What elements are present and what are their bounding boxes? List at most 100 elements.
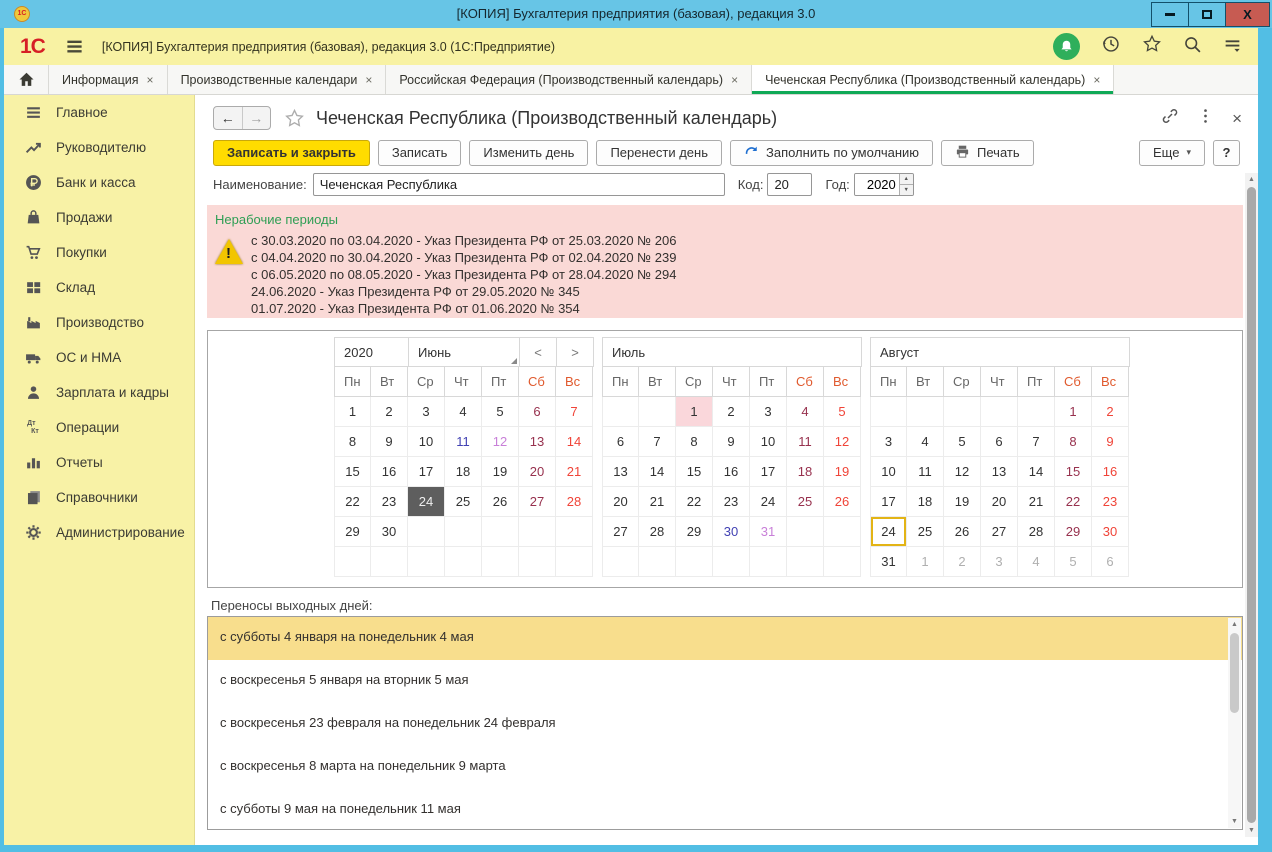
list-scrollbar-thumb[interactable] bbox=[1230, 633, 1239, 713]
calendar-day[interactable]: 10 bbox=[750, 427, 787, 457]
calendar-day[interactable]: 22 bbox=[676, 487, 713, 517]
scroll-down-icon[interactable]: ▼ bbox=[1228, 815, 1241, 828]
history-icon[interactable] bbox=[1101, 34, 1121, 59]
sidebar-item-menu[interactable]: Главное bbox=[4, 95, 194, 130]
calendar-day[interactable]: 8 bbox=[334, 427, 371, 457]
calendar-day[interactable]: 27 bbox=[519, 487, 556, 517]
calendar-day[interactable]: 9 bbox=[1092, 427, 1129, 457]
sidebar-item-truck[interactable]: ОС и НМА bbox=[4, 340, 194, 375]
name-input[interactable] bbox=[313, 173, 725, 196]
form-scrollbar[interactable]: ▲ ▼ bbox=[1245, 173, 1258, 837]
calendar-day[interactable]: 31 bbox=[750, 517, 787, 547]
заполнить-по-умолчанию-button[interactable]: Заполнить по умолчанию bbox=[730, 140, 933, 166]
calendar-day[interactable]: 2 bbox=[944, 547, 981, 577]
calendar-day[interactable]: 13 bbox=[981, 457, 1018, 487]
hamburger-icon[interactable] bbox=[65, 37, 84, 56]
calendar-day[interactable]: 14 bbox=[1018, 457, 1055, 487]
calendar-day[interactable]: 23 bbox=[713, 487, 750, 517]
sidebar-item-factory[interactable]: Производство bbox=[4, 305, 194, 340]
scroll-up-icon[interactable]: ▲ bbox=[1228, 618, 1241, 631]
calendar-day[interactable]: 12 bbox=[944, 457, 981, 487]
calendar-day[interactable]: 30 bbox=[713, 517, 750, 547]
sidebar-item-gear[interactable]: Администрирование bbox=[4, 515, 194, 550]
sidebar-item-bag[interactable]: Продажи bbox=[4, 200, 194, 235]
calendar-day[interactable]: 21 bbox=[556, 457, 593, 487]
prev-month-icon[interactable]: < bbox=[520, 337, 557, 367]
scroll-up-icon[interactable]: ▲ bbox=[1245, 173, 1258, 186]
calendar-day[interactable]: 6 bbox=[602, 427, 639, 457]
calendar-day[interactable]: 20 bbox=[981, 487, 1018, 517]
calendar-day[interactable]: 7 bbox=[639, 427, 676, 457]
calendar-day[interactable]: 7 bbox=[1018, 427, 1055, 457]
sidebar-item-chart[interactable]: Отчеты bbox=[4, 445, 194, 480]
sidebar-item-ruble[interactable]: Банк и касса bbox=[4, 165, 194, 200]
minimize-button[interactable] bbox=[1151, 2, 1189, 27]
calendar-day[interactable]: 11 bbox=[907, 457, 944, 487]
calendar-day[interactable]: 15 bbox=[676, 457, 713, 487]
notifications-bell-icon[interactable] bbox=[1053, 33, 1080, 60]
calendar-day[interactable]: 1 bbox=[1055, 397, 1092, 427]
calendar-day[interactable]: 24 bbox=[408, 487, 445, 517]
calendar-day[interactable]: 5 bbox=[1055, 547, 1092, 577]
forward-arrow-icon[interactable]: → bbox=[243, 107, 271, 129]
calendar-day[interactable]: 2 bbox=[1092, 397, 1129, 427]
favorites-star-icon[interactable] bbox=[1142, 34, 1162, 59]
favorite-star-icon[interactable] bbox=[284, 108, 305, 129]
calendar-day[interactable]: 1 bbox=[676, 397, 713, 427]
maximize-button[interactable] bbox=[1188, 2, 1226, 27]
calendar-day[interactable]: 28 bbox=[556, 487, 593, 517]
calendar-day[interactable]: 30 bbox=[371, 517, 408, 547]
help-button[interactable]: ? bbox=[1213, 140, 1240, 166]
calendar-day[interactable]: 3 bbox=[750, 397, 787, 427]
calendar-day[interactable]: 3 bbox=[870, 427, 907, 457]
transfer-row[interactable]: с субботы 4 января на понедельник 4 мая bbox=[208, 617, 1242, 660]
calendar-day[interactable]: 16 bbox=[1092, 457, 1129, 487]
calendar-day[interactable]: 10 bbox=[870, 457, 907, 487]
link-icon[interactable] bbox=[1161, 107, 1179, 130]
spinner-up-icon[interactable]: ▲ bbox=[900, 174, 913, 184]
sidebar-item-grid[interactable]: Склад bbox=[4, 270, 194, 305]
calendar-day[interactable]: 25 bbox=[787, 487, 824, 517]
calendar-day[interactable]: 11 bbox=[787, 427, 824, 457]
tab-4[interactable]: Чеченская Республика (Производственный к… bbox=[752, 65, 1114, 94]
calendar-day[interactable]: 18 bbox=[445, 457, 482, 487]
calendar-day[interactable]: 5 bbox=[824, 397, 861, 427]
sidebar-item-person[interactable]: Зарплата и кадры bbox=[4, 375, 194, 410]
calendar-day[interactable]: 2 bbox=[713, 397, 750, 427]
записать-и-закрыть-button[interactable]: Записать и закрыть bbox=[213, 140, 370, 166]
calendar-day[interactable]: 22 bbox=[1055, 487, 1092, 517]
перенести-день-button[interactable]: Перенести день bbox=[596, 140, 722, 166]
calendar-day[interactable]: 17 bbox=[408, 457, 445, 487]
calendar-day[interactable]: 27 bbox=[602, 517, 639, 547]
calendar-day[interactable]: 24 bbox=[870, 517, 907, 547]
calendar-day[interactable]: 15 bbox=[334, 457, 371, 487]
печать-button[interactable]: Печать bbox=[941, 140, 1034, 166]
main-menu-icon[interactable] bbox=[1223, 35, 1242, 59]
tab-1[interactable]: Информация× bbox=[49, 65, 168, 94]
calendar-day[interactable]: 30 bbox=[1092, 517, 1129, 547]
year-spinner[interactable]: ▲ ▼ bbox=[899, 174, 913, 195]
calendar-day[interactable]: 22 bbox=[334, 487, 371, 517]
calendar-day[interactable]: 23 bbox=[371, 487, 408, 517]
back-arrow-icon[interactable]: ← bbox=[214, 107, 243, 129]
form-scrollbar-thumb[interactable] bbox=[1247, 187, 1256, 823]
calendar-day[interactable]: 26 bbox=[482, 487, 519, 517]
calendar-day[interactable]: 6 bbox=[1092, 547, 1129, 577]
calendar-day[interactable]: 18 bbox=[787, 457, 824, 487]
calendar-day[interactable]: 5 bbox=[482, 397, 519, 427]
tab-3[interactable]: Российская Федерация (Производственный к… bbox=[386, 65, 752, 94]
calendar-day[interactable]: 24 bbox=[750, 487, 787, 517]
sidebar-item-trend[interactable]: Руководителю bbox=[4, 130, 194, 165]
calendar-day[interactable]: 20 bbox=[519, 457, 556, 487]
calendar-day[interactable]: 1 bbox=[334, 397, 371, 427]
transfer-row[interactable]: с воскресенья 8 марта на понедельник 9 м… bbox=[208, 746, 1242, 789]
calendar-day[interactable]: 17 bbox=[870, 487, 907, 517]
calendar-day[interactable]: 16 bbox=[371, 457, 408, 487]
calendar-day[interactable]: 8 bbox=[1055, 427, 1092, 457]
calendar-day[interactable]: 21 bbox=[1018, 487, 1055, 517]
more-dots-icon[interactable] bbox=[1203, 108, 1208, 129]
calendar-day[interactable]: 29 bbox=[334, 517, 371, 547]
calendar-day[interactable]: 19 bbox=[824, 457, 861, 487]
calendar-day[interactable]: 2 bbox=[371, 397, 408, 427]
calendar-day[interactable]: 8 bbox=[676, 427, 713, 457]
